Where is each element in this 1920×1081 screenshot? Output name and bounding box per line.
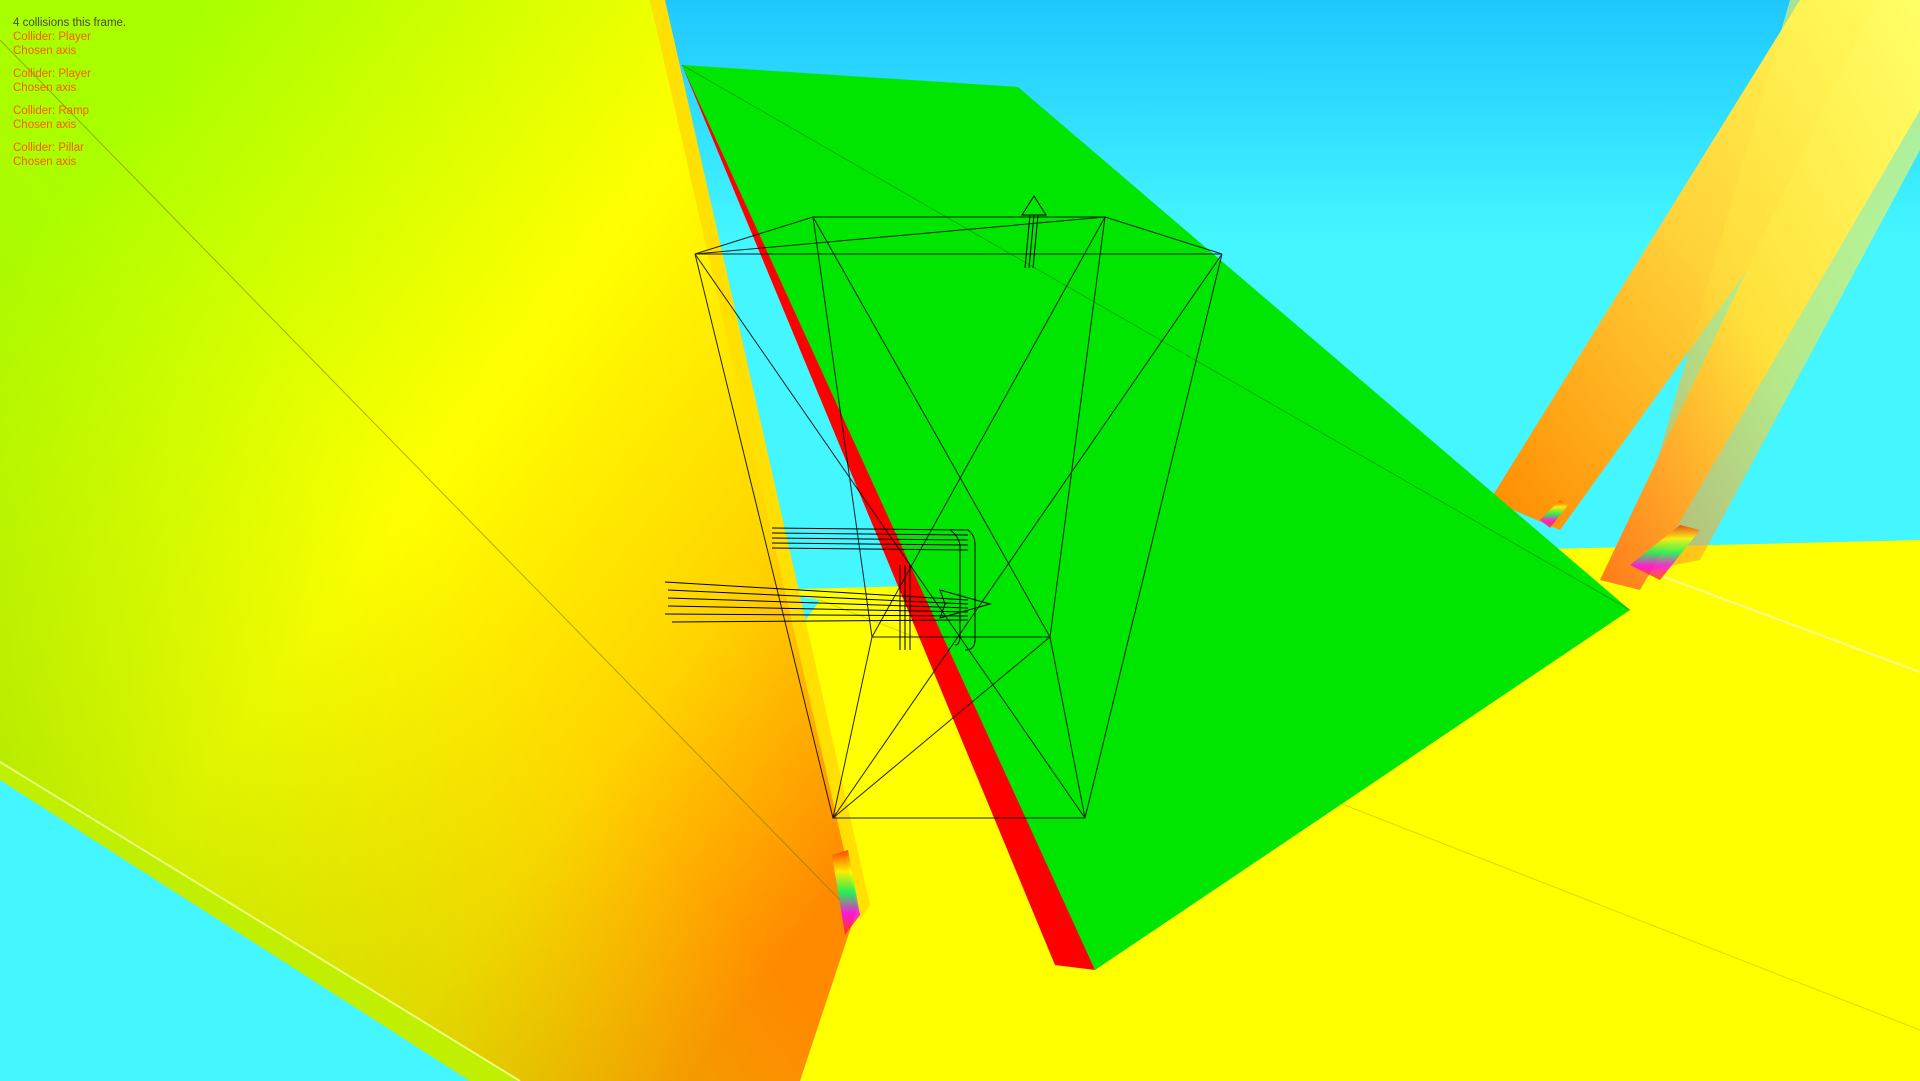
game-viewport[interactable]: 4 collisions this frame. Collider: Playe… [0, 0, 1920, 1081]
collider-label: Collider: Ramp [13, 105, 90, 117]
chosen-axis-label: Chosen axis [13, 82, 77, 94]
collision-debug-overlay: 4 collisions this frame. Collider: Playe… [13, 16, 126, 178]
collision-entry: Collider: Pillar Chosen axis [13, 141, 126, 169]
collision-entry: Collider: Player Chosen axis [13, 67, 126, 95]
collision-entry: Collider: Ramp Chosen axis [13, 104, 126, 132]
collider-label: Collider: Pillar [13, 142, 84, 154]
chosen-axis-label: Chosen axis [13, 119, 77, 131]
collider-label: Collider: Player [13, 68, 91, 80]
collider-label: Collider: Player [13, 31, 91, 43]
collision-entry: Collider: Player Chosen axis [13, 30, 126, 58]
scene-render [0, 0, 1920, 1081]
collision-count-text: 4 collisions this frame. [13, 17, 127, 29]
chosen-axis-label: Chosen axis [13, 156, 77, 168]
chosen-axis-label: Chosen axis [13, 45, 77, 57]
